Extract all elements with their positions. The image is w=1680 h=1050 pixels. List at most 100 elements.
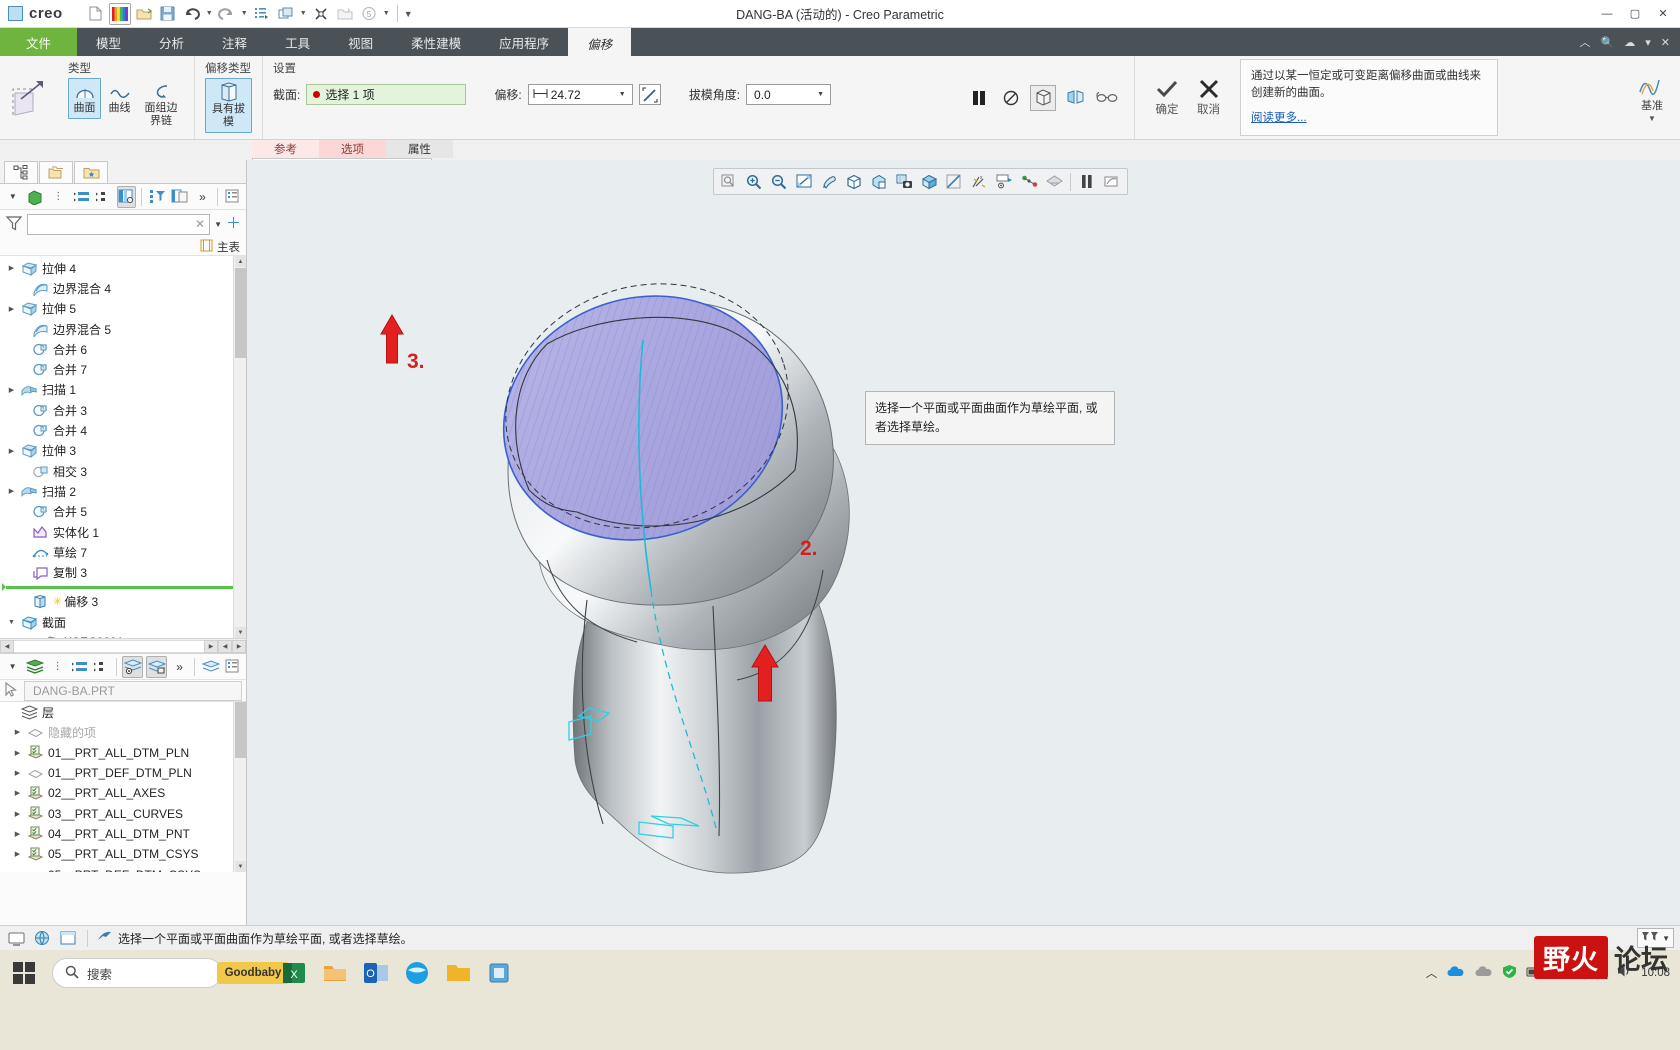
no-preview-icon[interactable]	[998, 85, 1024, 111]
clear-filter-icon[interactable]: ✕	[195, 217, 205, 231]
model-display-icon[interactable]	[26, 186, 46, 208]
main-table-row[interactable]: 主表	[0, 238, 246, 256]
layer-tree-item[interactable]: ▶01__PRT_ALL_DTM_PLN	[0, 743, 246, 763]
shaded-preview-icon[interactable]	[1062, 85, 1088, 111]
collapse-all-icon[interactable]	[94, 186, 114, 208]
layer-expand-arrow-icon[interactable]: ▶	[12, 871, 23, 872]
layer-expand-arrow-icon[interactable]: ▶	[12, 789, 23, 797]
layer-display-icon[interactable]	[1042, 170, 1066, 193]
draft-angle-combo[interactable]: 0.0 ▼	[746, 84, 831, 105]
model-tree-item[interactable]: 草绘 7	[0, 542, 246, 562]
model-tree-item[interactable]: ▶拉伸 5	[0, 299, 246, 319]
tree-expand-arrow-icon[interactable]: ▶	[6, 487, 17, 495]
insert-here-indicator[interactable]	[6, 586, 240, 589]
sketch-display-icon[interactable]	[1100, 170, 1124, 193]
datum-display-icon[interactable]: x	[967, 170, 991, 193]
dashboard-tab-references[interactable]: 参考	[252, 140, 319, 158]
tree-expand-arrow-icon[interactable]: ▶	[6, 264, 17, 272]
model-tree-item[interactable]: 合并 3	[0, 400, 246, 420]
zoom-out-icon[interactable]	[767, 170, 791, 193]
layer-path-value[interactable]: DANG-BA.PRT	[24, 681, 242, 701]
tree-expand-arrow-icon[interactable]: ▶	[6, 386, 17, 394]
model-tree-item[interactable]: 合并 5	[0, 502, 246, 522]
datum-dropdown-icon[interactable]: ▼	[1648, 114, 1656, 123]
layer-expand-arrow-icon[interactable]: ▶	[12, 810, 23, 818]
repaint-icon[interactable]	[817, 170, 841, 193]
glasses-preview-icon[interactable]	[1094, 85, 1120, 111]
zoom-window-icon[interactable]	[717, 170, 741, 193]
model-tree-item[interactable]: ▶扫描 1	[0, 380, 246, 400]
pause-icon[interactable]	[966, 85, 992, 111]
offset-value-combo[interactable]: 24.72 ▼	[528, 84, 633, 105]
confirm-button[interactable]: 确定	[1155, 79, 1179, 117]
more-icon[interactable]: »	[193, 186, 213, 208]
offset-dropdown-icon[interactable]: ▼	[615, 91, 630, 98]
tray-expand-chevron-icon[interactable]: ︿	[1426, 965, 1438, 981]
ribbon-settings-icon[interactable]: ▾	[1645, 36, 1651, 49]
folder-browser-tab[interactable]	[39, 161, 73, 183]
ribbon-search-icon[interactable]: 🔍	[1601, 36, 1615, 49]
layer-props-icon[interactable]	[200, 656, 221, 678]
ribbon-collapse-icon[interactable]: ︿	[1580, 34, 1591, 50]
tree-horizontal-scrollbar[interactable]: ◀ ▶ ◀ ▶	[0, 639, 246, 654]
layer-tree-item[interactable]: ▶隐藏的项	[0, 722, 246, 742]
layer-overflow-icon[interactable]: ⋮	[48, 656, 67, 678]
explorer-app-button[interactable]	[316, 952, 354, 994]
layer-expand-icon[interactable]	[70, 656, 89, 678]
tab-model[interactable]: 模型	[77, 28, 140, 56]
flip-direction-button[interactable]	[639, 84, 661, 105]
tree-overflow-icon[interactable]: ⋮	[48, 186, 68, 208]
layer-tree-item[interactable]: ▶05__PRT_ALL_DTM_CSYS	[0, 844, 246, 864]
layer-tree[interactable]: 层 ▶隐藏的项▶01__PRT_ALL_DTM_PLN▶01__PRT_DEF_…	[0, 702, 246, 872]
minimize-button[interactable]: —	[1594, 2, 1620, 26]
display-style-icon[interactable]	[917, 170, 941, 193]
tree-filter-icon[interactable]	[147, 186, 167, 208]
tree-hscroll-left2-icon[interactable]: ◀	[218, 640, 232, 653]
browser-app-button[interactable]	[398, 952, 436, 994]
tab-applications[interactable]: 应用程序	[480, 28, 568, 56]
filter-dropdown-icon[interactable]: ▼	[214, 220, 222, 229]
tree-collapse-arrow-icon[interactable]: ▼	[6, 619, 17, 626]
perspective-icon[interactable]	[942, 170, 966, 193]
layer-root-node[interactable]: 层	[0, 702, 246, 722]
model-tree-item[interactable]: 合并 7	[0, 359, 246, 379]
tree-options-icon[interactable]	[223, 186, 243, 208]
tree-filter-input-wrap[interactable]: ✕	[27, 214, 210, 235]
model-tree-item[interactable]: 相交 3	[0, 461, 246, 481]
tab-file[interactable]: 文件	[0, 28, 77, 56]
model-tree-item[interactable]: 边界混合 4	[0, 278, 246, 298]
type-curve-button[interactable]: 曲线	[103, 78, 136, 119]
model-tree-item[interactable]: XSEC0001	[0, 632, 246, 639]
tree-scroll-down-icon[interactable]: ▼	[235, 627, 246, 638]
model-tree-item[interactable]: 合并 6	[0, 339, 246, 359]
tab-annotate[interactable]: 注释	[203, 28, 266, 56]
tab-view[interactable]: 视图	[329, 28, 392, 56]
model-tree-tab[interactable]	[4, 161, 38, 183]
tree-settings-dropdown-icon[interactable]: ▼	[3, 186, 23, 208]
read-more-link[interactable]: 阅读更多...	[1251, 110, 1307, 127]
layer-expand-arrow-icon[interactable]: ▶	[12, 850, 23, 858]
tree-expand-arrow-icon[interactable]: ▶	[6, 447, 17, 455]
tree-hscroll-right-icon[interactable]: ▶	[204, 640, 218, 653]
layer-tree-item[interactable]: ▶04__PRT_ALL_DTM_PNT	[0, 824, 246, 844]
layer-tree-item[interactable]: ▶02__PRT_ALL_AXES	[0, 783, 246, 803]
pause-render-icon[interactable]	[1075, 170, 1099, 193]
tab-flexible-modeling[interactable]: 柔性建模	[392, 28, 480, 56]
model-tree-item[interactable]: ▶拉伸 4	[0, 258, 246, 278]
layer-tree-item[interactable]: ▶05__PRT_DEF_DTM_CSYS	[0, 864, 246, 872]
tree-hscroll-right2-icon[interactable]: ▶	[232, 640, 246, 653]
monitor-icon[interactable]	[6, 929, 26, 948]
expand-all-icon[interactable]	[71, 186, 91, 208]
dashboard-tab-options[interactable]: 选项	[319, 140, 386, 158]
tree-scroll-up-icon[interactable]: ▲	[235, 256, 246, 267]
start-button[interactable]	[0, 950, 48, 996]
layer-more-icon[interactable]: »	[170, 656, 189, 678]
add-filter-icon[interactable]: ＋	[226, 219, 241, 229]
goodbaby-app-button[interactable]: Goodbaby	[234, 952, 272, 994]
layer-scroll-down-icon[interactable]: ▼	[235, 861, 246, 872]
layer-options-icon[interactable]	[224, 656, 243, 678]
close-button[interactable]: ✕	[1650, 2, 1676, 26]
model-3d-view[interactable]	[247, 160, 1680, 925]
view-manager-icon[interactable]	[867, 170, 891, 193]
type-quilt-boundary-button[interactable]: 面组边界链	[138, 78, 184, 132]
